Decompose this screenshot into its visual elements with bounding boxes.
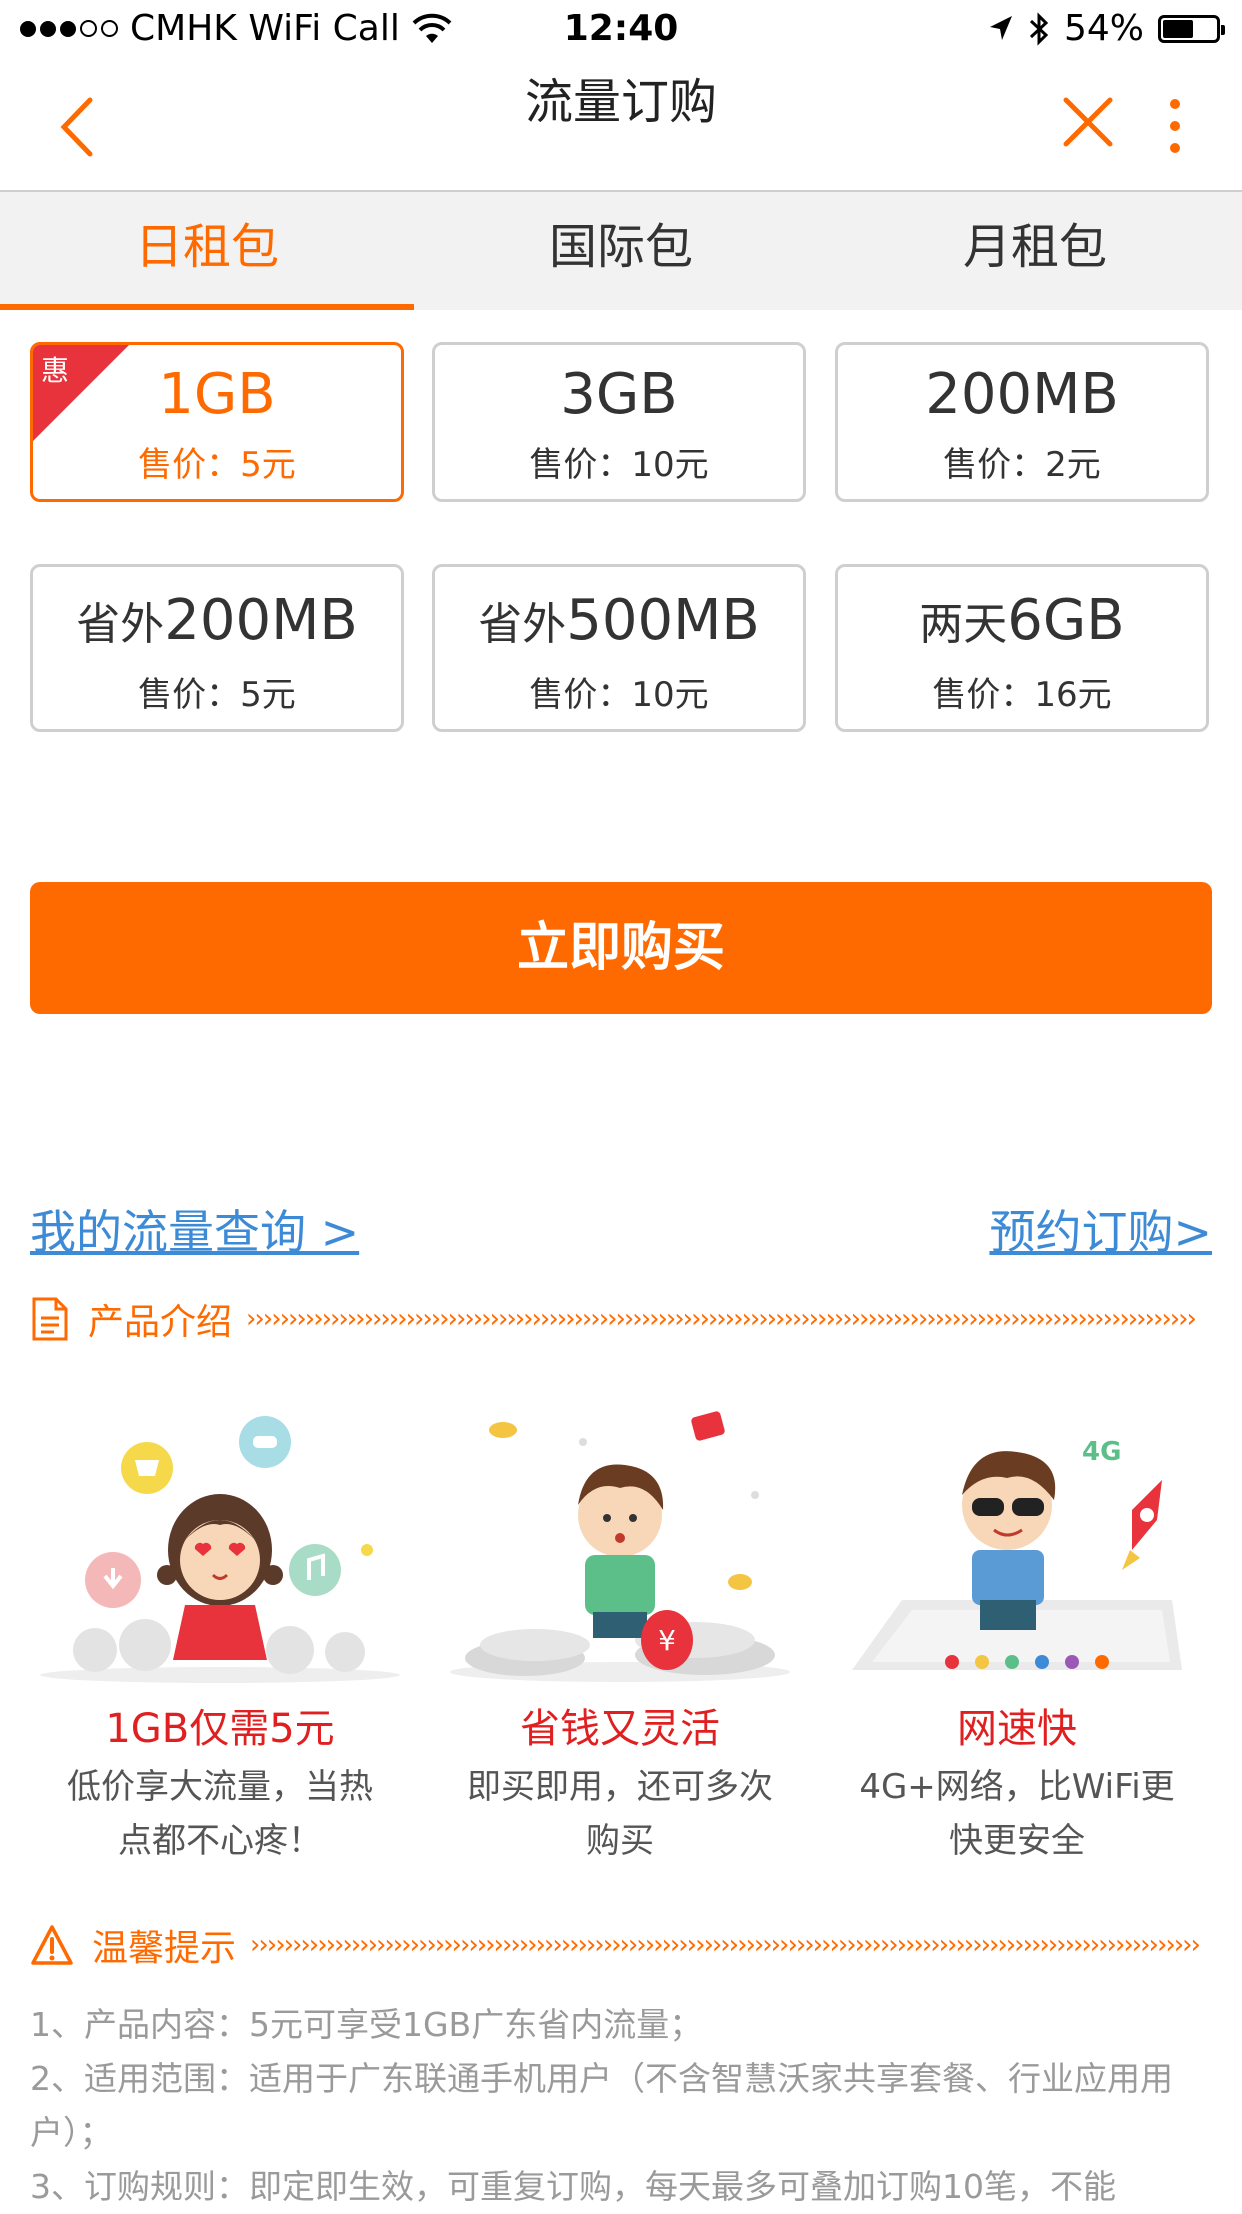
package-price: 售价：5元 (138, 675, 296, 715)
status-right: 54% (988, 8, 1225, 49)
tips-list: 1、产品内容：5元可享受1GB广东省内流量； 2、适用范围：适用于广东联通手机用… (30, 1998, 1212, 2214)
feature-desc-line: 低价享大流量，当热 (67, 1767, 373, 1807)
status-bar: CMHK WiFi Call 12:40 54% (0, 0, 1242, 62)
page-title: 流量订购 (524, 74, 717, 130)
chevron-divider: ››››››››››››››››››››››››››››››››››››››››… (246, 1304, 1197, 1334)
feature-desc-line: 4G+网络，比WiFi更 (859, 1767, 1175, 1807)
boy-sunglasses-rocket-illustration: 4G (852, 1437, 1182, 1670)
svg-text:¥: ¥ (658, 1624, 676, 1657)
tip-item: 1、产品内容：5元可享受1GB广东省内流量； (30, 2005, 703, 2044)
bluetooth-icon (1029, 11, 1049, 46)
package-amount: 省外500MB (435, 589, 803, 657)
feature-card-price: 1GB仅需5元 低价享大流量，当热 点都不心疼！ (30, 1400, 410, 1868)
package-card-twoday-6gb[interactable]: 两天6GB 售价：16元 (835, 564, 1209, 732)
product-intro-header: 产品介绍 ›››››››››››››››››››››››››››››››››››… (30, 1294, 1212, 1344)
package-card-200mb[interactable]: 200MB 售价：2元 (835, 342, 1209, 502)
package-price: 售价：10元 (529, 675, 709, 715)
feature-desc-line: 点都不心疼！ (118, 1821, 322, 1861)
package-card-1gb[interactable]: 惠 1GB 售价：5元 (30, 342, 404, 502)
reserve-order-link[interactable]: 预约订购> (989, 1196, 1212, 1262)
tab-daily[interactable]: 日租包 (0, 192, 414, 310)
buy-now-button[interactable]: 立即购买 (30, 882, 1212, 1014)
package-amount: 省外200MB (33, 589, 401, 657)
package-card-outprov-500mb[interactable]: 省外500MB 售价：10元 (432, 564, 806, 732)
my-data-query-link[interactable]: 我的流量查询 > (30, 1196, 359, 1262)
svg-text:4G: 4G (1082, 1437, 1121, 1467)
feature-title: 网速快 (957, 1706, 1077, 1752)
warning-icon (31, 1925, 73, 1965)
location-arrow-icon (989, 15, 1012, 40)
package-prefix: 省外 (76, 599, 165, 650)
document-icon (32, 1297, 68, 1341)
feature-desc: 即买即用，还可多次 购买 (430, 1760, 810, 1868)
tips-header: 温馨提示 ›››››››››››››››››››››››››››››››››››… (30, 1920, 1212, 1970)
tip-item: 3、订购规则：即定即生效，可重复订购，每天最多可叠加订购10笔，不能 (30, 2167, 1116, 2206)
package-size: 500MB (566, 588, 760, 653)
battery-percent: 54% (1063, 8, 1144, 49)
package-amount: 200MB (925, 362, 1119, 427)
chevron-divider: ››››››››››››››››››››››››››››››››››››››››… (250, 1930, 1201, 1960)
feature-title: 1GB仅需5元 (105, 1706, 335, 1752)
package-price: 售价：10元 (529, 445, 709, 485)
package-tabs: 日租包 国际包 月租包 (0, 192, 1242, 310)
more-dots-icon[interactable] (1160, 96, 1190, 156)
package-prefix: 两天 (919, 599, 1008, 650)
boy-coins-illustration: ¥ (450, 1411, 790, 1682)
back-chevron-icon[interactable] (50, 92, 110, 162)
feature-desc-line: 快更安全 (949, 1821, 1085, 1861)
package-price: 售价：2元 (943, 445, 1101, 485)
package-amount: 3GB (560, 362, 678, 427)
package-card-3gb[interactable]: 3GB 售价：10元 (432, 342, 806, 502)
feature-desc: 4G+网络，比WiFi更 快更安全 (827, 1760, 1207, 1868)
feature-card-flexible: ¥ 省钱又灵活 即买即用，还可多次 购买 (430, 1400, 810, 1868)
feature-desc: 低价享大流量，当热 点都不心疼！ (30, 1760, 410, 1868)
battery-icon (1158, 14, 1225, 43)
tab-monthly[interactable]: 月租包 (828, 192, 1242, 310)
package-amount: 两天6GB (838, 589, 1206, 657)
tips-label: 温馨提示 (92, 1928, 237, 1969)
feature-card-fast: 4G 网速快 4G+网络，比WiFi更 快更安全 (827, 1400, 1207, 1868)
tip-item: 2、适用范围：适用于广东联通手机用户（不含智慧沃家共享套餐、行业应用用户）； (30, 2059, 1173, 2152)
package-price: 售价：5元 (138, 445, 296, 485)
close-icon[interactable] (1060, 94, 1116, 150)
discount-badge-label: 惠 (41, 354, 70, 387)
package-size: 200MB (164, 588, 358, 653)
nav-bar: 流量订购 (0, 62, 1242, 192)
package-card-outprov-200mb[interactable]: 省外200MB 售价：5元 (30, 564, 404, 732)
feature-desc-line: 购买 (586, 1821, 654, 1861)
package-size: 6GB (1007, 588, 1125, 653)
product-intro-label: 产品介绍 (88, 1302, 233, 1343)
package-prefix: 省外 (478, 599, 567, 650)
feature-title: 省钱又灵活 (520, 1706, 720, 1752)
tab-international[interactable]: 国际包 (414, 192, 828, 310)
feature-desc-line: 即买即用，还可多次 (467, 1767, 773, 1807)
girl-heart-eyes-illustration (40, 1416, 400, 1683)
package-price: 售价：16元 (932, 675, 1112, 715)
